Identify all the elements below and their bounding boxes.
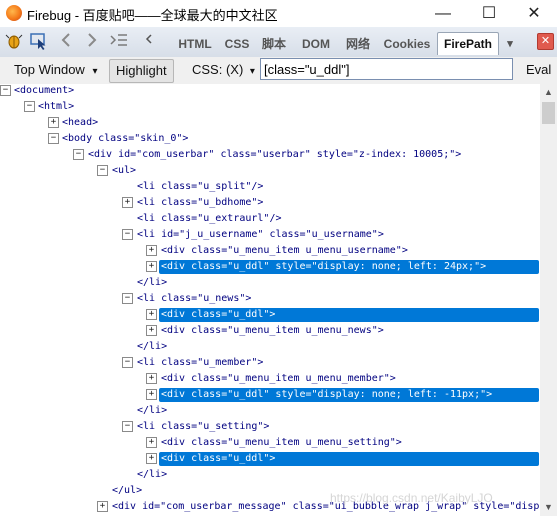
tree-node-li-close: </li> (137, 277, 168, 288)
eval-button[interactable]: Eval (526, 59, 551, 81)
scrollbar-thumb[interactable] (542, 102, 555, 124)
tree-node-li-username[interactable]: <li id="j_u_username" class="u_username"… (137, 228, 384, 242)
list-indent-icon[interactable] (108, 32, 130, 52)
collapse-toggle-icon[interactable]: − (122, 421, 133, 432)
vertical-scrollbar[interactable]: ▲ ▼ (540, 84, 557, 516)
firepath-command-bar: Top Window ▾ Highlight CSS: (X) ▾ Eval (0, 57, 557, 85)
tab-script[interactable]: 脚本 (258, 33, 290, 55)
top-window-label: Top Window (14, 62, 85, 77)
expand-toggle-icon[interactable]: + (146, 437, 157, 448)
tree-node-li-setting[interactable]: <li class="u_setting"> (137, 420, 269, 434)
tree-node-li-split[interactable]: <li class="u_split"/> (137, 180, 263, 194)
tree-node-li-member[interactable]: <li class="u_member"> (137, 356, 263, 370)
scroll-tabs-left-icon[interactable] (142, 32, 156, 52)
tab-cookies[interactable]: Cookies (380, 33, 434, 55)
tree-node-ul[interactable]: <ul> (112, 164, 136, 178)
expand-toggle-icon[interactable]: + (146, 453, 157, 464)
tree-node-ul-close: </ul> (112, 485, 143, 496)
tree-node-div-message[interactable]: <div id="com_userbar_message" class="ui_… (112, 500, 540, 514)
back-arrow-icon[interactable] (58, 32, 74, 52)
firebug-toolbar: HTML CSS 脚本 DOM 网络 Cookies FirePath ▾ (0, 27, 557, 58)
tree-node-div-menu-setting[interactable]: <div class="u_menu_item u_menu_setting"> (161, 436, 402, 450)
tab-html[interactable]: HTML (172, 33, 218, 55)
inspect-element-icon[interactable] (28, 32, 50, 52)
tree-node-document[interactable]: <document> (14, 84, 74, 98)
tree-node-li-bdhome[interactable]: <li class="u_bdhome"> (137, 196, 263, 210)
expand-toggle-icon[interactable]: + (146, 325, 157, 336)
dom-tree-panel: − <document> − <html> + <head> − <body c… (0, 84, 540, 516)
minimize-button[interactable]: — (420, 0, 466, 27)
css-selector-label: CSS: (X) (192, 62, 244, 77)
expand-toggle-icon[interactable]: + (48, 117, 59, 128)
firebug-bug-icon[interactable] (4, 32, 24, 52)
scroll-up-icon[interactable]: ▲ (540, 84, 557, 101)
firefox-app-icon (6, 5, 22, 21)
chevron-down-icon: ▾ (92, 66, 98, 77)
tab-css[interactable]: CSS (222, 33, 252, 55)
xpath-input[interactable] (260, 58, 513, 80)
tree-node-div-menu-news[interactable]: <div class="u_menu_item u_menu_news"> (161, 324, 384, 338)
selector-type-dropdown[interactable]: CSS: (X) ▾ (192, 59, 255, 81)
tree-node-li-news[interactable]: <li class="u_news"> (137, 292, 251, 306)
tree-node-div-menu-username[interactable]: <div class="u_menu_item u_menu_username"… (161, 244, 408, 258)
close-firebug-icon[interactable]: ✕ (537, 33, 554, 50)
tree-node-userbar[interactable]: <div id="com_userbar" class="userbar" st… (88, 148, 461, 162)
tree-node-body[interactable]: <body class="skin_0"> (62, 132, 188, 146)
tree-node-div-ddl-selected[interactable]: <div class="u_ddl"> (159, 308, 539, 322)
forward-arrow-icon[interactable] (84, 32, 100, 52)
collapse-toggle-icon[interactable]: − (24, 101, 35, 112)
expand-toggle-icon[interactable]: + (97, 501, 108, 512)
window-title: Firebug - 百度贴吧——全球最大的中文社区 (27, 8, 278, 23)
tree-node-li-close: </li> (137, 405, 168, 416)
collapse-toggle-icon[interactable]: − (122, 293, 133, 304)
expand-toggle-icon[interactable]: + (146, 389, 157, 400)
collapse-toggle-icon[interactable]: − (97, 165, 108, 176)
tree-node-div-ddl-selected[interactable]: <div class="u_ddl" style="display: none;… (159, 388, 539, 402)
tab-dom[interactable]: DOM (296, 33, 336, 55)
tree-node-li-close: </li> (137, 341, 168, 352)
tree-node-div-ddl-selected[interactable]: <div class="u_ddl" style="display: none;… (159, 260, 539, 274)
tabs-dropdown-icon[interactable]: ▾ (504, 33, 516, 55)
collapse-toggle-icon[interactable]: − (0, 85, 11, 96)
expand-toggle-icon[interactable]: + (146, 245, 157, 256)
tree-node-div-ddl-selected[interactable]: <div class="u_ddl"> (159, 452, 539, 466)
close-window-button[interactable]: ✕ (511, 0, 557, 27)
collapse-toggle-icon[interactable]: − (122, 357, 133, 368)
maximize-button[interactable]: ☐ (466, 0, 512, 27)
tree-node-html[interactable]: <html> (38, 100, 74, 114)
expand-toggle-icon[interactable]: + (146, 261, 157, 272)
top-window-dropdown[interactable]: Top Window ▾ (14, 59, 97, 81)
tree-node-head[interactable]: <head> (62, 116, 98, 130)
highlight-button[interactable]: Highlight (109, 59, 174, 83)
collapse-toggle-icon[interactable]: − (73, 149, 84, 160)
tree-node-li-close: </li> (137, 469, 168, 480)
scroll-down-icon[interactable]: ▼ (540, 499, 557, 516)
expand-toggle-icon[interactable]: + (146, 309, 157, 320)
tab-net[interactable]: 网络 (342, 33, 374, 55)
tree-node-li-extraurl[interactable]: <li class="u_extraurl"/> (137, 212, 282, 226)
tab-firepath[interactable]: FirePath (437, 32, 499, 55)
tree-node-div-menu-member[interactable]: <div class="u_menu_item u_menu_member"> (161, 372, 396, 386)
collapse-toggle-icon[interactable]: − (122, 229, 133, 240)
title-bar: Firebug - 百度贴吧——全球最大的中文社区 — ☐ ✕ (0, 0, 557, 27)
expand-toggle-icon[interactable]: + (146, 373, 157, 384)
collapse-toggle-icon[interactable]: − (48, 133, 59, 144)
chevron-down-icon: ▾ (249, 66, 255, 77)
expand-toggle-icon[interactable]: + (122, 197, 133, 208)
